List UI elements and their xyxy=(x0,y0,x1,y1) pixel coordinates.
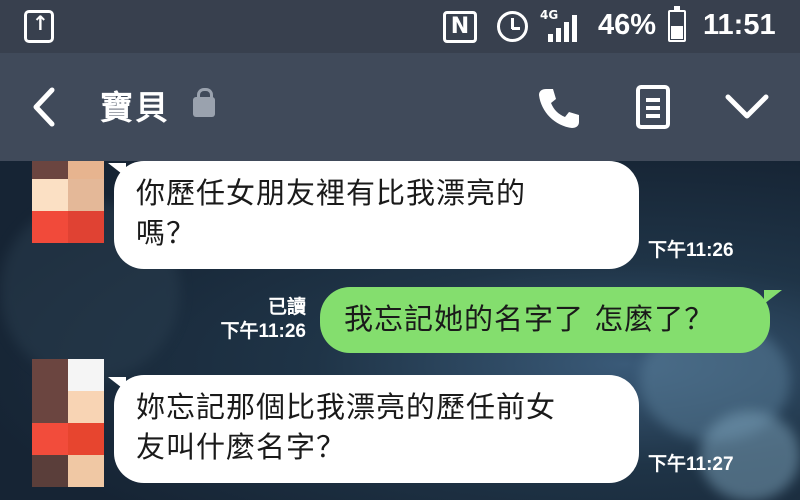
chat-title[interactable]: 寶貝 xyxy=(100,81,170,129)
read-receipt: 已讀 xyxy=(267,297,306,318)
lock-icon xyxy=(193,88,215,117)
message-text: 你歷任女朋友裡有比我漂亮的 xyxy=(136,176,527,210)
chevron-down-icon[interactable] xyxy=(724,91,770,121)
status-bar: N 4G 46% 11:51 xyxy=(0,0,800,53)
phone-icon[interactable] xyxy=(537,86,581,130)
bubble-tail xyxy=(764,290,782,304)
back-icon[interactable] xyxy=(30,86,60,128)
message-text: 嗎？ xyxy=(136,216,197,250)
message-time: 下午11:26 xyxy=(220,321,306,342)
battery-percent: 46% xyxy=(598,9,657,41)
nfc-icon: N xyxy=(443,11,477,43)
clock: 11:51 xyxy=(703,9,776,41)
battery-icon xyxy=(668,6,686,42)
signal-icon xyxy=(548,15,577,42)
message-time: 下午11:27 xyxy=(648,454,734,475)
message-bubble-received[interactable]: 你歷任女朋友裡有比我漂亮的 嗎？ xyxy=(114,161,639,269)
message-meta: 已讀 下午11:26 xyxy=(190,296,306,344)
chat-header: 寶貝 xyxy=(0,53,800,161)
chat-area[interactable]: 你歷任女朋友裡有比我漂亮的 嗎？ 下午11:26 已讀 下午11:26 我忘記她… xyxy=(0,161,800,500)
menu-icon[interactable] xyxy=(636,85,670,129)
message-text: 妳忘記那個比我漂亮的歷任前女 xyxy=(136,390,557,424)
alarm-icon xyxy=(497,11,528,42)
avatar[interactable] xyxy=(32,161,104,243)
upload-icon xyxy=(24,10,54,43)
message-text: 友叫什麼名字？ xyxy=(136,430,347,464)
message-bubble-received[interactable]: 妳忘記那個比我漂亮的歷任前女 友叫什麼名字？ xyxy=(114,375,639,483)
message-bubble-sent[interactable]: 我忘記她的名字了 怎麼了？ xyxy=(320,287,770,353)
message-text: 我忘記她的名字了 怎麼了？ xyxy=(344,302,715,336)
message-time: 下午11:26 xyxy=(648,240,734,261)
avatar[interactable] xyxy=(32,359,104,487)
